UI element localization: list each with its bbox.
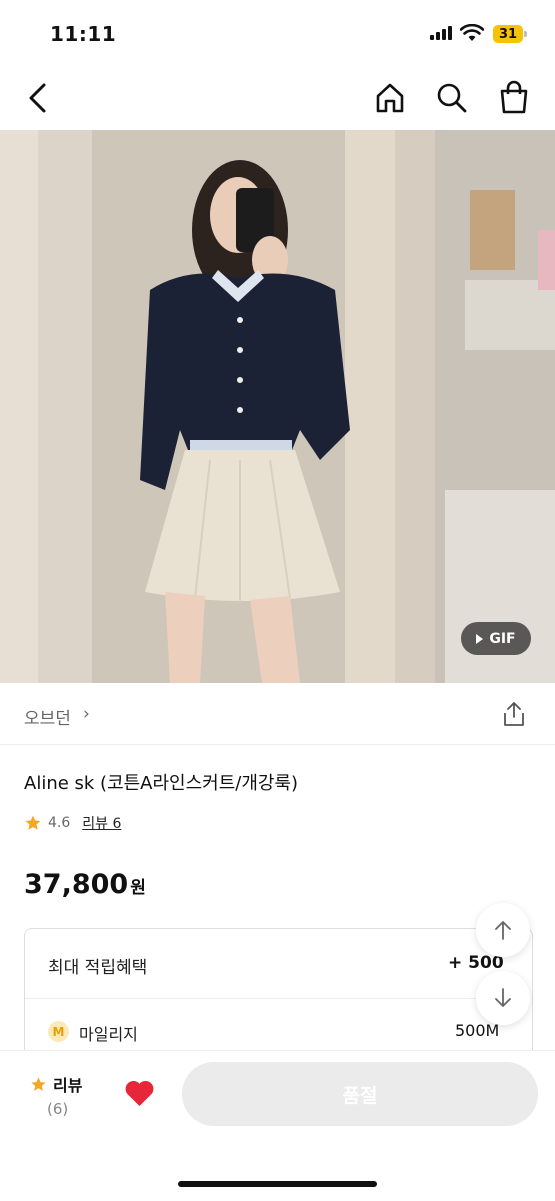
product-image[interactable] <box>0 130 555 683</box>
chevron-right-icon[interactable]: › <box>83 704 90 724</box>
scroll-down-button[interactable] <box>476 971 530 1025</box>
mileage-label: 마일리지 <box>79 1025 138 1044</box>
arrow-up-icon <box>495 921 511 940</box>
battery-icon: 31 <box>493 25 523 43</box>
share-button[interactable] <box>502 701 526 730</box>
review-tab[interactable]: 리뷰 <box>30 1072 82 1096</box>
benefit-title: 최대 적립혜택 <box>48 958 148 978</box>
review-tab-label: 리뷰 <box>53 1076 83 1095</box>
search-icon <box>437 83 467 113</box>
chevron-left-icon <box>29 83 46 113</box>
home-button[interactable] <box>374 82 406 117</box>
like-button[interactable] <box>124 1079 155 1110</box>
status-time: 11:11 <box>50 22 117 46</box>
share-icon <box>504 702 524 726</box>
product-title: Aline sk (코튼A라인스커트/개강룩) <box>24 773 299 794</box>
review-link[interactable]: 리뷰 6 <box>82 813 121 833</box>
mileage-icon: M <box>48 1021 69 1042</box>
arrow-down-icon <box>495 988 511 1007</box>
price: 37,800 원 <box>24 869 146 900</box>
scroll-up-button[interactable] <box>476 903 530 957</box>
home-icon <box>376 83 404 113</box>
battery-tip <box>524 31 527 37</box>
star-icon <box>31 1076 46 1091</box>
price-unit: 원 <box>130 878 146 898</box>
home-indicator <box>178 1181 377 1187</box>
back-button[interactable] <box>26 82 50 117</box>
shopping-bag-icon <box>500 80 528 114</box>
gif-badge[interactable]: GIF <box>461 622 531 655</box>
star-icon <box>25 815 41 830</box>
wifi-icon <box>459 23 485 46</box>
gif-label: GIF <box>489 630 516 647</box>
review-count: (6) <box>47 1100 69 1118</box>
sold-out-button[interactable]: 품절 <box>182 1062 538 1126</box>
rating-value: 4.6 <box>48 815 71 831</box>
price-value: 37,800 <box>24 869 129 900</box>
search-button[interactable] <box>436 82 468 117</box>
rating-row: 4.6 리뷰 6 <box>24 813 121 833</box>
brand-name[interactable]: 오브던 <box>24 704 71 729</box>
divider <box>25 998 530 999</box>
mileage-value: 500M <box>455 1021 500 1040</box>
play-icon <box>476 633 484 644</box>
cellular-signal-icon <box>430 26 452 40</box>
heart-icon <box>125 1081 154 1107</box>
cart-button[interactable] <box>498 80 530 117</box>
